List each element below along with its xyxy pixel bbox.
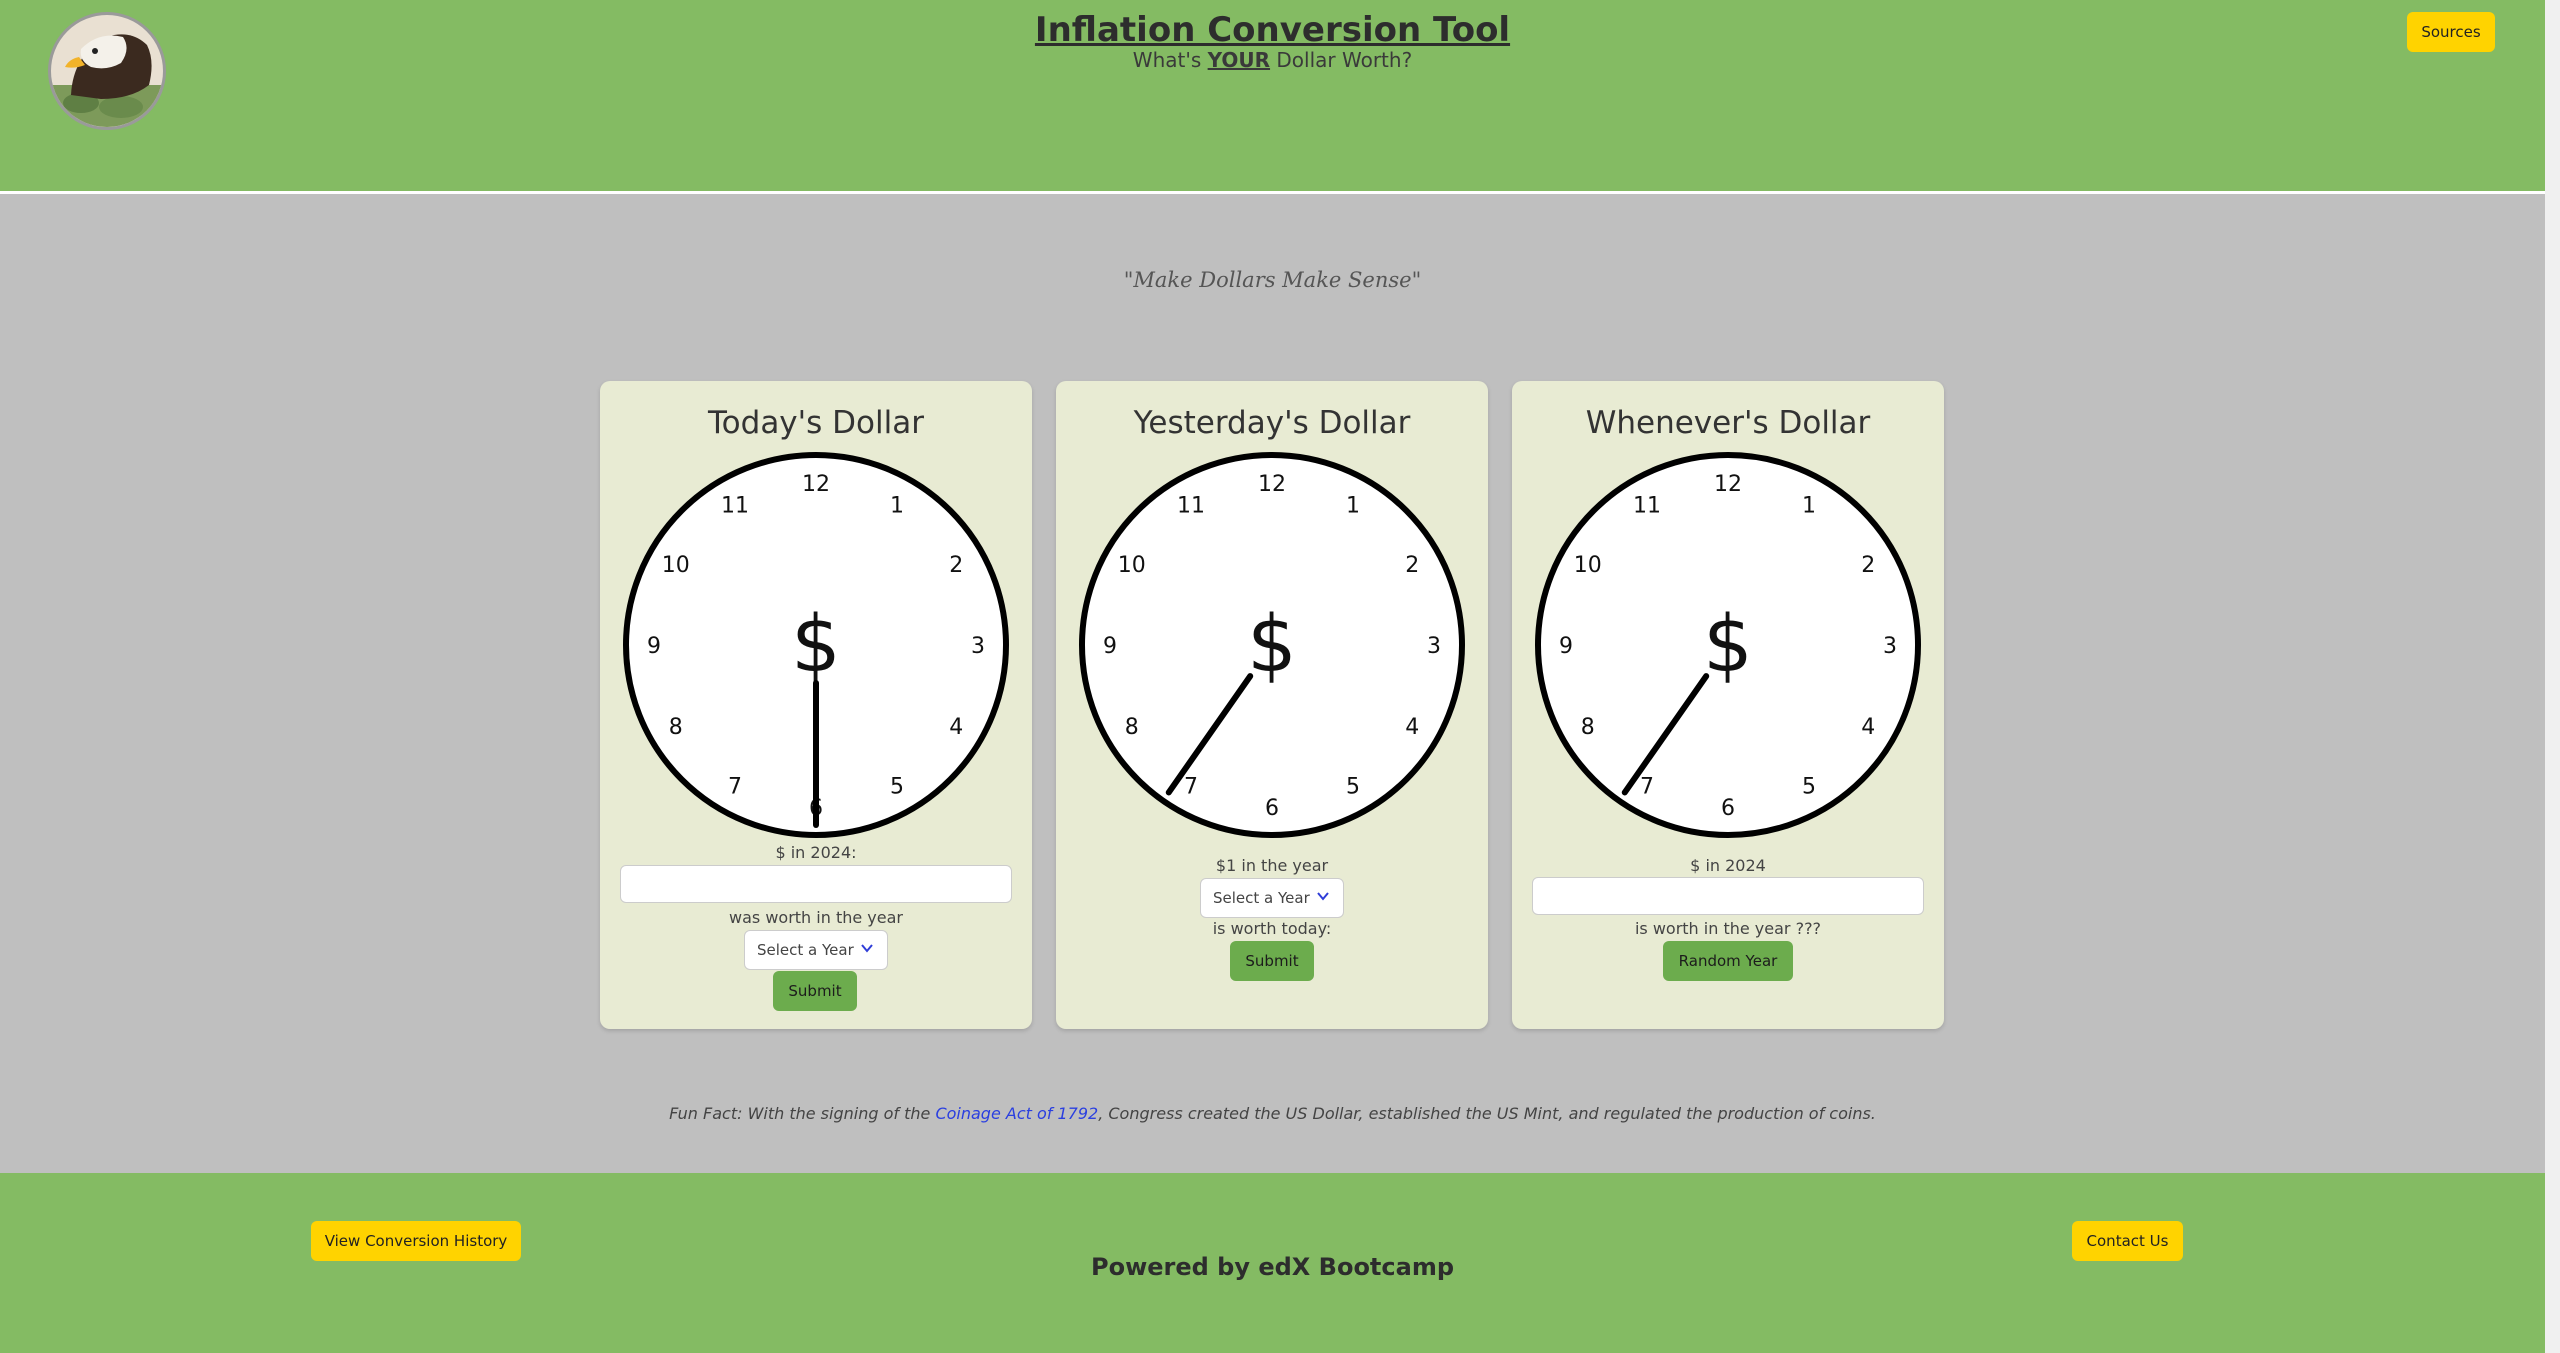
card-whenevers-dollar: Whenever's Dollar 12 1 2 3 4 5 6 7 8 9 10 11 $ $ in … — [1512, 381, 1944, 1029]
sources-button[interactable]: Sources — [2407, 12, 2495, 52]
amount-label: $ in 2024: — [775, 843, 857, 862]
year-select-value: Select a Year — [757, 941, 854, 959]
submit-button[interactable]: Submit — [773, 971, 857, 1011]
clock-number: 2 — [949, 553, 963, 578]
year-select[interactable]: Select a Year — [744, 930, 888, 970]
site-header: Inflation Conversion Tool What's YOUR Do… — [0, 0, 2545, 194]
clock-number: 8 — [1581, 715, 1595, 740]
clock-number: 6 — [1265, 796, 1279, 821]
random-year-button[interactable]: Random Year — [1663, 941, 1793, 981]
clock-number: 12 — [1258, 472, 1286, 497]
dollar-sign-icon: $ — [791, 600, 841, 690]
clock-number: 2 — [1861, 553, 1875, 578]
card-todays-dollar: Today's Dollar 121234567891011$ $ in 202… — [600, 381, 1032, 1029]
page-subtitle: What's YOUR Dollar Worth? — [0, 48, 2545, 72]
clock-number: 8 — [1125, 715, 1139, 740]
dollar-sign-icon: $ — [1703, 600, 1753, 690]
clock-number: 12 — [802, 472, 830, 497]
year-select[interactable]: Select a Year — [1200, 878, 1344, 918]
clock-number: 11 — [1633, 494, 1661, 519]
amount-input[interactable] — [620, 865, 1012, 903]
subtitle-emphasis: YOUR — [1207, 48, 1271, 72]
clock-number: 1 — [890, 494, 904, 519]
year-select-value: Select a Year — [1213, 889, 1310, 907]
amount-label: $ in 2024 — [1690, 856, 1766, 875]
clock-number: 4 — [949, 715, 963, 740]
card-title: Yesterday's Dollar — [1133, 405, 1411, 441]
clock-number: 10 — [1574, 553, 1602, 578]
clock-number: 5 — [890, 774, 904, 799]
fun-fact-prefix: Fun Fact: With the signing of the — [669, 1104, 936, 1123]
year-label: is worth in the year ??? — [1634, 919, 1822, 938]
clock-number: 2 — [1405, 553, 1419, 578]
page-scrollbar[interactable] — [2545, 0, 2560, 1353]
clock-number: 7 — [1640, 774, 1654, 799]
clock-number: 5 — [1346, 774, 1360, 799]
clock-number: 4 — [1405, 715, 1419, 740]
clock-number: 11 — [1177, 494, 1205, 519]
clock-number: 6 — [1721, 796, 1735, 821]
chevron-down-icon — [1317, 892, 1329, 901]
clock-number: 4 — [1861, 715, 1875, 740]
year-label: $1 in the year — [1215, 856, 1329, 875]
coinage-act-link[interactable]: Coinage Act of 1792 — [935, 1104, 1098, 1123]
subtitle-suffix: Dollar Worth? — [1270, 48, 1413, 72]
dollar-sign-icon: $ — [1247, 600, 1297, 690]
clock-number: 1 — [1802, 494, 1816, 519]
clock-face: 121234567891011$ — [623, 452, 1009, 838]
fun-fact-suffix: , Congress created the US Dollar, establ… — [1098, 1104, 1876, 1123]
clock-number: 9 — [647, 634, 661, 659]
clock-number: 12 — [1714, 472, 1742, 497]
worth-label: is worth today: — [1212, 919, 1332, 938]
page-title: Inflation Conversion Tool — [1034, 10, 1511, 50]
clock-number: 1 — [1346, 494, 1360, 519]
clock-number: 3 — [1883, 634, 1897, 659]
card-title: Today's Dollar — [708, 405, 924, 441]
fun-fact: Fun Fact: With the signing of the Coinag… — [0, 1104, 2545, 1123]
clock-number: 10 — [662, 553, 690, 578]
chevron-down-icon — [861, 944, 873, 953]
clock-number: 10 — [1118, 553, 1146, 578]
clock-number: 9 — [1103, 634, 1117, 659]
site-footer: View Conversion History Contact Us Power… — [0, 1173, 2545, 1353]
clock-number: 7 — [1184, 774, 1198, 799]
clock-number: 3 — [971, 634, 985, 659]
year-label: was worth in the year — [729, 908, 903, 927]
clock-face: 121234567891011$ — [1535, 452, 1921, 838]
clock-number: 8 — [669, 715, 683, 740]
card-yesterdays-dollar: Yesterday's Dollar 12 1 2 3 4 5 6 7 8 9 10 11 $ $1 i… — [1056, 381, 1488, 1029]
clock-face: 121234567891011$ — [1079, 452, 1465, 838]
card-title: Whenever's Dollar — [1585, 405, 1871, 441]
motto-text: "Make Dollars Make Sense" — [1123, 268, 1422, 292]
clock-number: 9 — [1559, 634, 1573, 659]
amount-input[interactable] — [1532, 877, 1924, 915]
clock-number: 11 — [721, 494, 749, 519]
clock-number: 3 — [1427, 634, 1441, 659]
clock-number: 5 — [1802, 774, 1816, 799]
submit-button[interactable]: Submit — [1230, 941, 1314, 981]
powered-by-text: Powered by edX Bootcamp — [1090, 1253, 1455, 1281]
subtitle-prefix: What's — [1132, 48, 1208, 72]
clock-number: 7 — [728, 774, 742, 799]
